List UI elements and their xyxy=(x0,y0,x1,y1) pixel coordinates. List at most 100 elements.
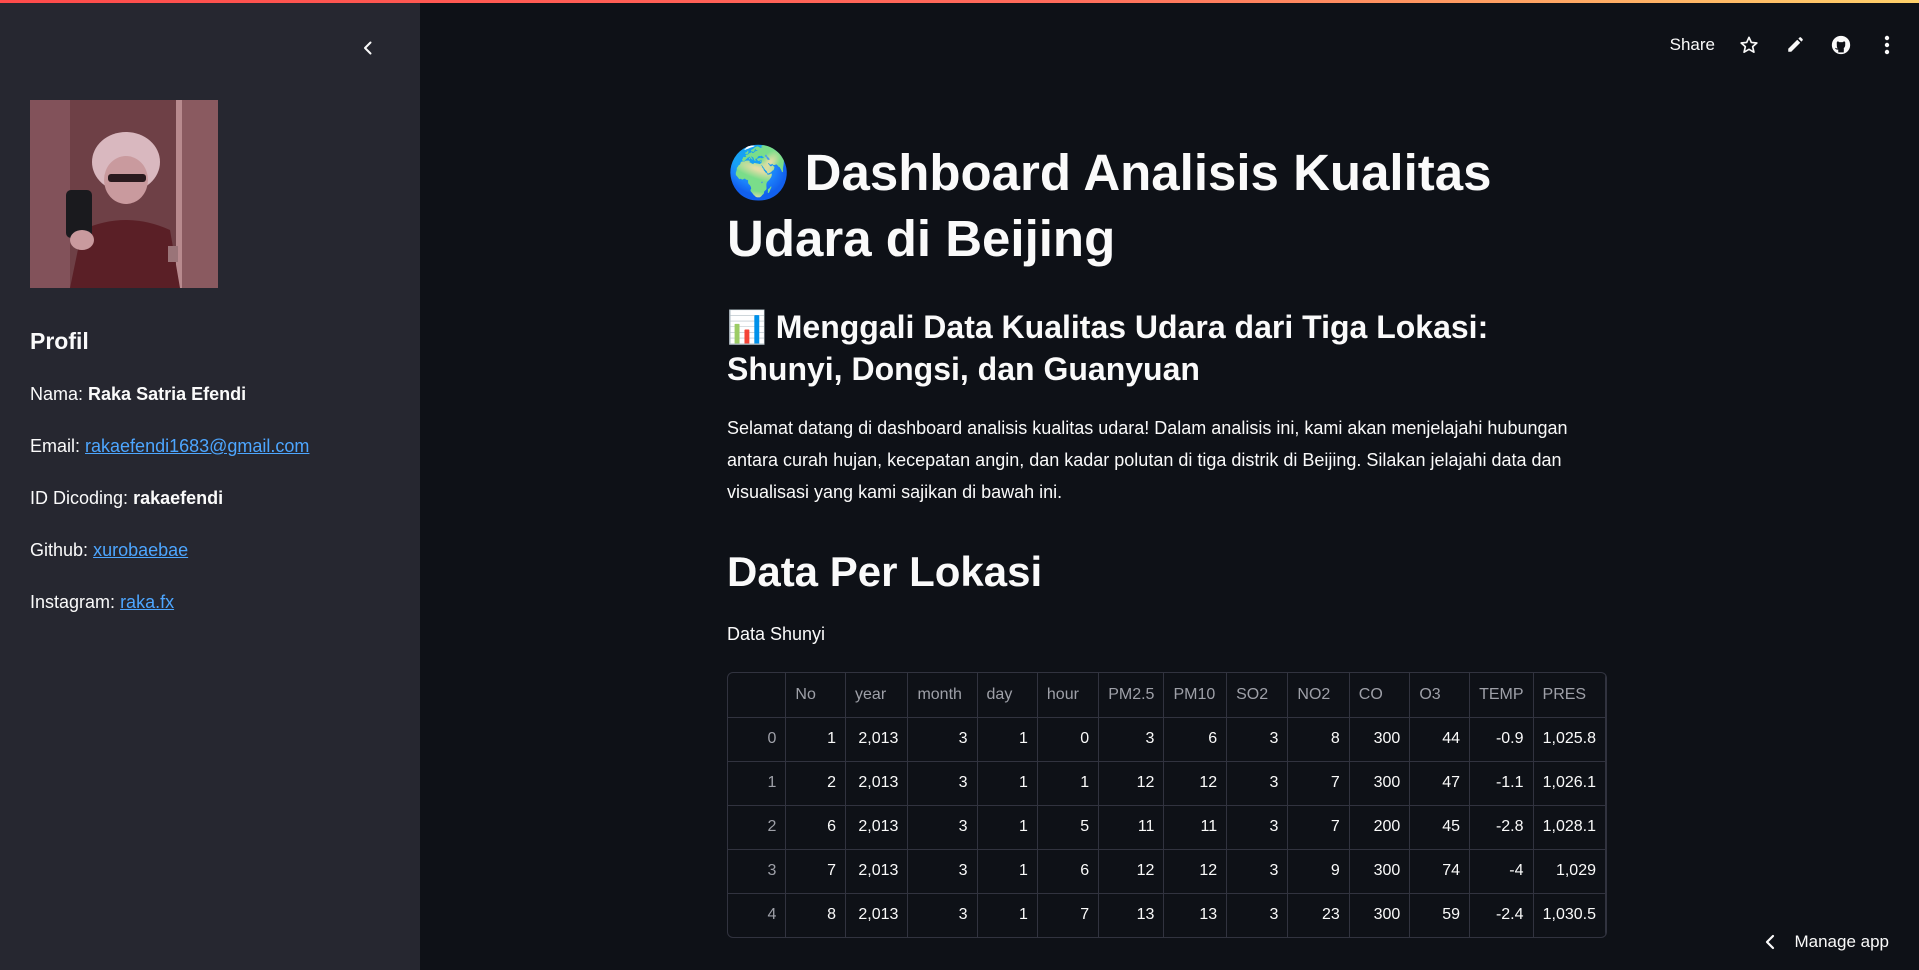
table-cell[interactable]: -2.4 xyxy=(1469,893,1534,937)
table-cell[interactable]: 1,028.1 xyxy=(1533,805,1606,850)
table-cell[interactable]: 3 xyxy=(1226,717,1289,762)
table-cell[interactable]: 1 xyxy=(1037,761,1100,806)
table-cell[interactable]: 3 xyxy=(907,717,978,762)
table-cell[interactable]: 3 xyxy=(1226,761,1289,806)
table-cell[interactable]: 12 xyxy=(1163,849,1228,894)
share-button[interactable]: Share xyxy=(1670,35,1715,55)
table-cell[interactable]: 200 xyxy=(1349,805,1411,850)
email-link[interactable]: rakaefendi1683@gmail.com xyxy=(85,436,309,456)
table-cell[interactable]: 1 xyxy=(977,893,1038,937)
table-cell[interactable]: -4 xyxy=(1469,849,1534,894)
edit-button[interactable] xyxy=(1783,33,1807,57)
table-cell[interactable]: 47 xyxy=(1409,761,1471,806)
table-cell[interactable]: 1 xyxy=(977,805,1038,850)
data-table-container[interactable]: No year month day hour PM2.5 PM10 SO2 NO2 CO O3 TEM… xyxy=(727,672,1607,938)
column-header[interactable]: PM2.5 xyxy=(1098,673,1165,718)
table-cell[interactable]: 11 xyxy=(1098,805,1165,850)
row-index-cell[interactable]: 0 xyxy=(728,717,787,762)
table-cell[interactable]: 1,025.8 xyxy=(1533,717,1606,762)
column-header[interactable]: NO2 xyxy=(1287,673,1350,718)
column-header[interactable]: day xyxy=(977,673,1038,718)
main-menu-button[interactable] xyxy=(1875,33,1899,57)
table-cell[interactable]: 3 xyxy=(907,805,978,850)
table-cell[interactable]: 1,029 xyxy=(1533,849,1606,894)
table-body: 0 1 2,013 3 1 0 3 6 3 8 300 44 -0.9 1,025.8 1 2 2,013 3 1 1… xyxy=(728,717,1606,937)
table-cell[interactable]: 74 xyxy=(1409,849,1471,894)
table-cell[interactable]: 2,013 xyxy=(845,761,909,806)
collapse-sidebar-button[interactable] xyxy=(356,36,380,60)
table-cell[interactable]: 11 xyxy=(1163,805,1228,850)
app-toolbar: Share xyxy=(1670,30,1899,60)
row-index-cell[interactable]: 1 xyxy=(728,761,787,806)
table-cell[interactable]: 59 xyxy=(1409,893,1471,937)
table-cell[interactable]: 44 xyxy=(1409,717,1471,762)
table-cell[interactable]: 3 xyxy=(1226,805,1289,850)
table-cell[interactable]: 8 xyxy=(1287,717,1350,762)
row-index-cell[interactable]: 4 xyxy=(728,893,787,937)
table-cell[interactable]: 6 xyxy=(1037,849,1100,894)
table-cell[interactable]: 300 xyxy=(1349,761,1411,806)
table-cell[interactable]: 5 xyxy=(1037,805,1100,850)
table-cell[interactable]: 2,013 xyxy=(845,805,909,850)
table-cell[interactable]: 300 xyxy=(1349,893,1411,937)
github-line: Github: xurobaebae xyxy=(30,540,188,561)
table-cell[interactable]: 2,013 xyxy=(845,717,909,762)
table-cell[interactable]: 1,030.5 xyxy=(1533,893,1606,937)
github-button[interactable] xyxy=(1829,33,1853,57)
table-cell[interactable]: 2,013 xyxy=(845,893,909,937)
table-cell[interactable]: -1.1 xyxy=(1469,761,1534,806)
table-cell[interactable]: 12 xyxy=(1098,849,1165,894)
table-cell[interactable]: 45 xyxy=(1409,805,1471,850)
table-cell[interactable]: 3 xyxy=(1226,893,1289,937)
table-cell[interactable]: 3 xyxy=(907,761,978,806)
table-cell[interactable]: 9 xyxy=(1287,849,1350,894)
table-cell[interactable]: 12 xyxy=(1098,761,1165,806)
table-cell[interactable]: 3 xyxy=(907,893,978,937)
table-cell[interactable]: 6 xyxy=(785,805,847,850)
table-cell[interactable]: 0 xyxy=(1037,717,1100,762)
index-column-header[interactable] xyxy=(728,673,787,718)
table-cell[interactable]: 300 xyxy=(1349,849,1411,894)
table-cell[interactable]: 300 xyxy=(1349,717,1411,762)
table-cell[interactable]: 12 xyxy=(1163,761,1228,806)
id-value: rakaefendi xyxy=(133,488,224,508)
table-cell[interactable]: 1 xyxy=(977,717,1038,762)
table-cell[interactable]: 1,026.1 xyxy=(1533,761,1606,806)
table-cell[interactable]: -0.9 xyxy=(1469,717,1534,762)
row-index-cell[interactable]: 2 xyxy=(728,805,787,850)
table-cell[interactable]: 3 xyxy=(1098,717,1165,762)
table-cell[interactable]: 13 xyxy=(1098,893,1165,937)
table-cell[interactable]: 7 xyxy=(1287,761,1350,806)
table-cell[interactable]: 7 xyxy=(1287,805,1350,850)
table-cell[interactable]: 2,013 xyxy=(845,849,909,894)
table-cell[interactable]: 3 xyxy=(1226,849,1289,894)
table-cell[interactable]: 8 xyxy=(785,893,847,937)
column-header[interactable]: PRES xyxy=(1533,673,1606,718)
table-cell[interactable]: 6 xyxy=(1163,717,1228,762)
table-cell[interactable]: 2 xyxy=(785,761,847,806)
table-cell[interactable]: 1 xyxy=(785,717,847,762)
table-cell[interactable]: 23 xyxy=(1287,893,1350,937)
table-cell[interactable]: 7 xyxy=(785,849,847,894)
github-link[interactable]: xurobaebae xyxy=(93,540,188,560)
column-header[interactable]: SO2 xyxy=(1226,673,1289,718)
column-header[interactable]: O3 xyxy=(1409,673,1471,718)
column-header[interactable]: TEMP xyxy=(1469,673,1534,718)
star-button[interactable] xyxy=(1737,33,1761,57)
table-cell[interactable]: 3 xyxy=(907,849,978,894)
table-cell[interactable]: 1 xyxy=(977,761,1038,806)
column-header[interactable]: hour xyxy=(1037,673,1100,718)
column-header[interactable]: CO xyxy=(1349,673,1411,718)
row-index-cell[interactable]: 3 xyxy=(728,849,787,894)
column-header[interactable]: month xyxy=(907,673,978,718)
instagram-link[interactable]: raka.fx xyxy=(120,592,174,612)
manage-app-button[interactable]: Manage app xyxy=(1764,932,1889,952)
table-cell[interactable]: 7 xyxy=(1037,893,1100,937)
table-cell[interactable]: 1 xyxy=(977,849,1038,894)
column-header[interactable]: No xyxy=(785,673,847,718)
table-cell[interactable]: 13 xyxy=(1163,893,1228,937)
more-vertical-icon xyxy=(1884,35,1890,55)
table-cell[interactable]: -2.8 xyxy=(1469,805,1534,850)
column-header[interactable]: PM10 xyxy=(1163,673,1228,718)
column-header[interactable]: year xyxy=(845,673,909,718)
